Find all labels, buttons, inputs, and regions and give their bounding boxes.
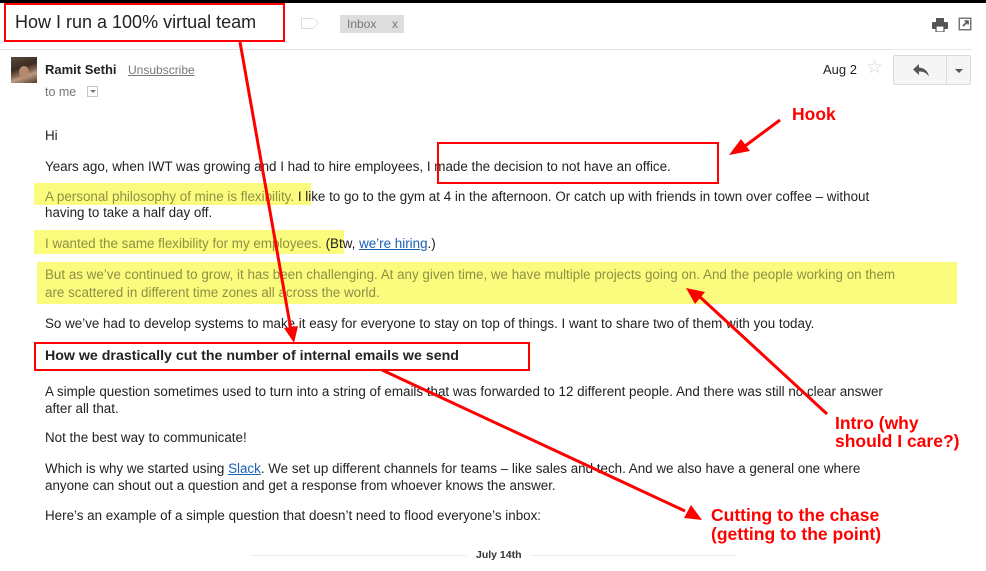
heading-annotation-box — [34, 342, 530, 371]
paragraph-2-line-2: having to take a half day off. — [45, 205, 213, 220]
paragraph-8-line-2: anyone can shout out a question and get … — [45, 478, 556, 493]
chase-annotation-label-line-2: (getting to the point) — [711, 524, 882, 544]
more-actions-button[interactable] — [946, 55, 971, 85]
paragraph-2-rest: I like to go to the gym at 4 in the afte… — [294, 189, 870, 204]
hook-arrowhead — [729, 139, 750, 155]
paragraph-3-post: .) — [427, 236, 436, 251]
hook-annotation-label: Hook — [792, 104, 836, 124]
recipient-details-dropdown[interactable] — [87, 86, 98, 97]
hook-arrow — [744, 118, 781, 148]
unsubscribe-link[interactable]: Unsubscribe — [128, 63, 195, 77]
star-icon[interactable]: ☆ — [866, 58, 883, 78]
hook-annotation-box — [437, 142, 719, 184]
paragraph-4-line-1: But as we’ve continued to grow, it has b… — [45, 267, 896, 282]
new-window-icon[interactable] — [958, 17, 972, 31]
paragraph-5: So we’ve had to develop systems to make … — [45, 316, 815, 331]
slack-link[interactable]: Slack — [228, 461, 261, 476]
chase-arrowhead — [684, 505, 702, 520]
paragraph-3: I wanted the same flexibility for my emp… — [45, 235, 436, 252]
paragraph-8-post: . We set up different channels for teams… — [260, 461, 861, 476]
label-tag-icon[interactable] — [301, 18, 319, 29]
paragraph-6-line-2: after all that. — [45, 401, 119, 416]
remove-label-button[interactable]: x — [392, 15, 398, 33]
separator-line-right — [530, 555, 736, 556]
print-icon[interactable] — [932, 18, 948, 32]
hiring-link[interactable]: we’re hiring — [359, 236, 427, 251]
inbox-label-chip[interactable]: Inbox x — [340, 15, 404, 33]
reply-icon — [913, 64, 929, 77]
greeting: Hi — [45, 128, 58, 143]
paragraph-4-line-2: are scattered in different time zones al… — [45, 285, 380, 300]
paragraph-3-pre: (Btw, — [321, 236, 360, 251]
paragraph-7: Not the best way to communicate! — [45, 430, 247, 445]
highlighted-philosophy-text: A personal philosophy of mine is flexibi… — [45, 189, 295, 204]
reply-button[interactable] — [893, 55, 947, 85]
chase-annotation-label-line-1: Cutting to the chase — [711, 505, 880, 525]
header-divider — [0, 49, 972, 50]
paragraph-1-start: Years ago, when IWT was growing and I ha… — [45, 159, 427, 174]
email-date: Aug 2 — [823, 62, 857, 77]
paragraph-6-line-1: A simple question sometimes used to turn… — [45, 384, 883, 399]
recipient-label: to me — [45, 85, 77, 99]
sender-name[interactable]: Ramit Sethi — [45, 62, 117, 77]
highlighted-flexibility-text: I wanted the same flexibility for my emp… — [45, 236, 322, 251]
subject-annotation-box — [4, 3, 285, 42]
paragraph-8: Which is why we started using Slack. We … — [45, 460, 860, 477]
paragraph-8-pre: Which is why we started using — [45, 461, 229, 476]
paragraph-2: A personal philosophy of mine is flexibi… — [45, 188, 869, 205]
intro-annotation-label-line-2: should I care?) — [835, 431, 960, 451]
paragraph-9: Here’s an example of a simple question t… — [45, 508, 542, 523]
sender-avatar[interactable] — [11, 57, 37, 83]
inbox-label-text: Inbox — [347, 17, 377, 31]
separator-line-left — [252, 555, 467, 556]
separator-date: July 14th — [476, 549, 522, 561]
